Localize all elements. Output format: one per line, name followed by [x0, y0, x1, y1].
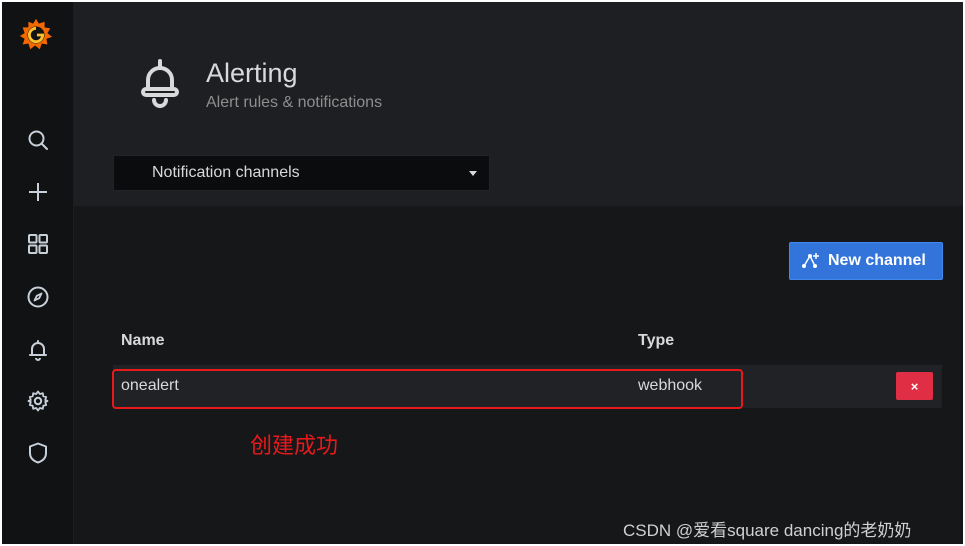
delete-channel-button[interactable]: ×: [896, 372, 933, 400]
sidebar: [2, 2, 74, 544]
grafana-logo-icon[interactable]: [17, 16, 55, 54]
chevron-down-icon: [469, 171, 477, 176]
page-title: Alerting: [206, 58, 298, 88]
channel-add-icon: [802, 253, 819, 268]
page-subtitle: Alert rules & notifications: [206, 94, 383, 111]
annotation-highlight-box: [112, 369, 743, 409]
dashboards-icon[interactable]: [24, 230, 52, 258]
column-header-type: Type: [638, 332, 675, 349]
explore-icon[interactable]: [24, 283, 52, 311]
watermark: CSDN @爱看square dancing的老奶奶: [623, 521, 912, 540]
search-icon[interactable]: [24, 126, 52, 154]
annotation-text: 创建成功: [250, 433, 339, 458]
plus-icon[interactable]: [24, 178, 52, 206]
column-header-name: Name: [121, 332, 165, 349]
new-channel-label: New channel: [828, 252, 926, 269]
gear-icon[interactable]: [24, 387, 52, 415]
page-header: Alerting Alert rules & notifications Not…: [74, 2, 963, 206]
app-window: Alerting Alert rules & notifications Not…: [2, 2, 963, 544]
bell-icon[interactable]: [24, 336, 52, 364]
shield-icon[interactable]: [24, 439, 52, 467]
section-select[interactable]: Notification channels: [113, 155, 490, 191]
section-select-value: Notification channels: [152, 164, 300, 181]
alerting-bell-icon: [138, 58, 182, 108]
new-channel-button[interactable]: New channel: [789, 242, 943, 280]
